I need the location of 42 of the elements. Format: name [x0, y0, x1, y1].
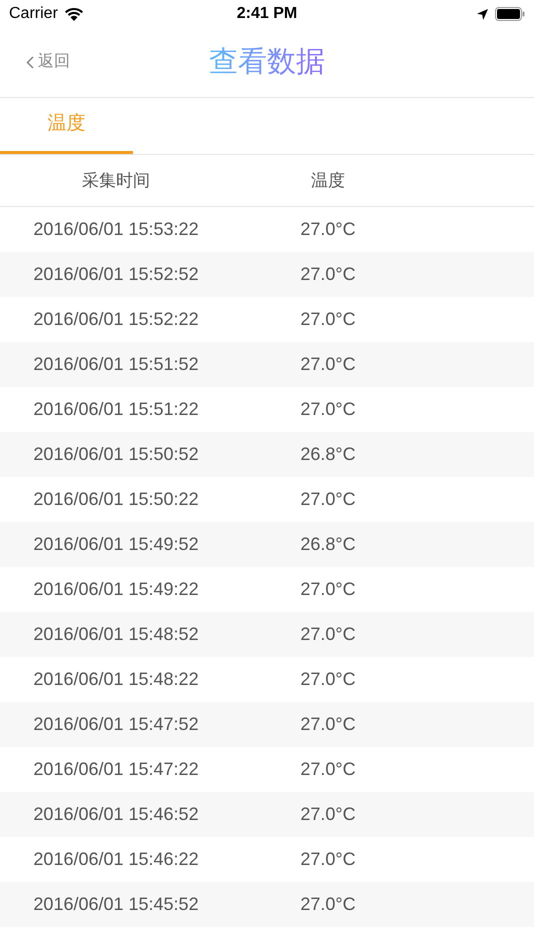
table-cell-text: 27.0°C	[299, 353, 357, 376]
tab[interactable]: 温度	[0, 98, 133, 154]
table-cell-text: 2016/06/01 15:46:52	[32, 803, 200, 826]
table-cell-text: 2016/06/01 15:48:52	[32, 623, 200, 646]
table-cell-text: 26.8°C	[299, 443, 357, 466]
column-header: 温度	[310, 170, 346, 192]
back-button[interactable]: 返回	[26, 50, 70, 74]
table-cell-text: 27.0°C	[299, 308, 357, 331]
table-cell-text: 27.0°C	[299, 713, 357, 736]
clock-time: 2:41 PM	[236, 4, 298, 24]
battery-icon	[495, 7, 525, 21]
table-cell-text: 2016/06/01 15:50:22	[32, 488, 200, 511]
table-cell-text: 27.0°C	[299, 218, 357, 241]
table-cell-text: 27.0°C	[299, 758, 357, 781]
table-cell-text: 27.0°C	[299, 488, 357, 511]
table-cell-text: 2016/06/01 15:50:52	[32, 443, 200, 466]
wifi-icon	[64, 6, 84, 22]
table-cell-text: 2016/06/01 15:47:52	[32, 713, 200, 736]
table-cell-text: 2016/06/01 15:45:52	[32, 893, 200, 916]
table-cell-text: 2016/06/01 15:49:22	[32, 578, 200, 601]
table-cell-text: 2016/06/01 15:51:52	[32, 353, 200, 376]
chevron-left-icon	[26, 56, 34, 68]
table-cell-text: 2016/06/01 15:47:22	[32, 758, 200, 781]
carrier-name: Carrier	[9, 4, 58, 24]
column-header: 采集时间	[81, 170, 151, 192]
table-cell-text: 26.8°C	[299, 533, 357, 556]
table-cell-text: 2016/06/01 15:46:22	[32, 848, 200, 871]
table-cell-text: 2016/06/01 15:51:22	[32, 398, 200, 421]
location-arrow-icon	[476, 8, 489, 20]
table-cell-text: 27.0°C	[299, 623, 357, 646]
table-cell-text: 27.0°C	[299, 803, 357, 826]
table-cell-text: 27.0°C	[299, 893, 357, 916]
table-cell-text: 2016/06/01 15:52:22	[32, 308, 200, 331]
table-cell-text: 27.0°C	[299, 263, 357, 286]
table-cell-text: 2016/06/01 15:53:22	[32, 218, 200, 241]
table-cell-text: 27.0°C	[299, 398, 357, 421]
table-cell-text: 2016/06/01 15:49:52	[32, 533, 200, 556]
table-cell-text: 27.0°C	[299, 578, 357, 601]
table-cell-text: 2016/06/01 15:48:22	[32, 668, 200, 691]
table-cell-text: 2016/06/01 15:52:52	[32, 263, 200, 286]
table-cell-text: 27.0°C	[299, 668, 357, 691]
table-cell-text: 27.0°C	[299, 848, 357, 871]
